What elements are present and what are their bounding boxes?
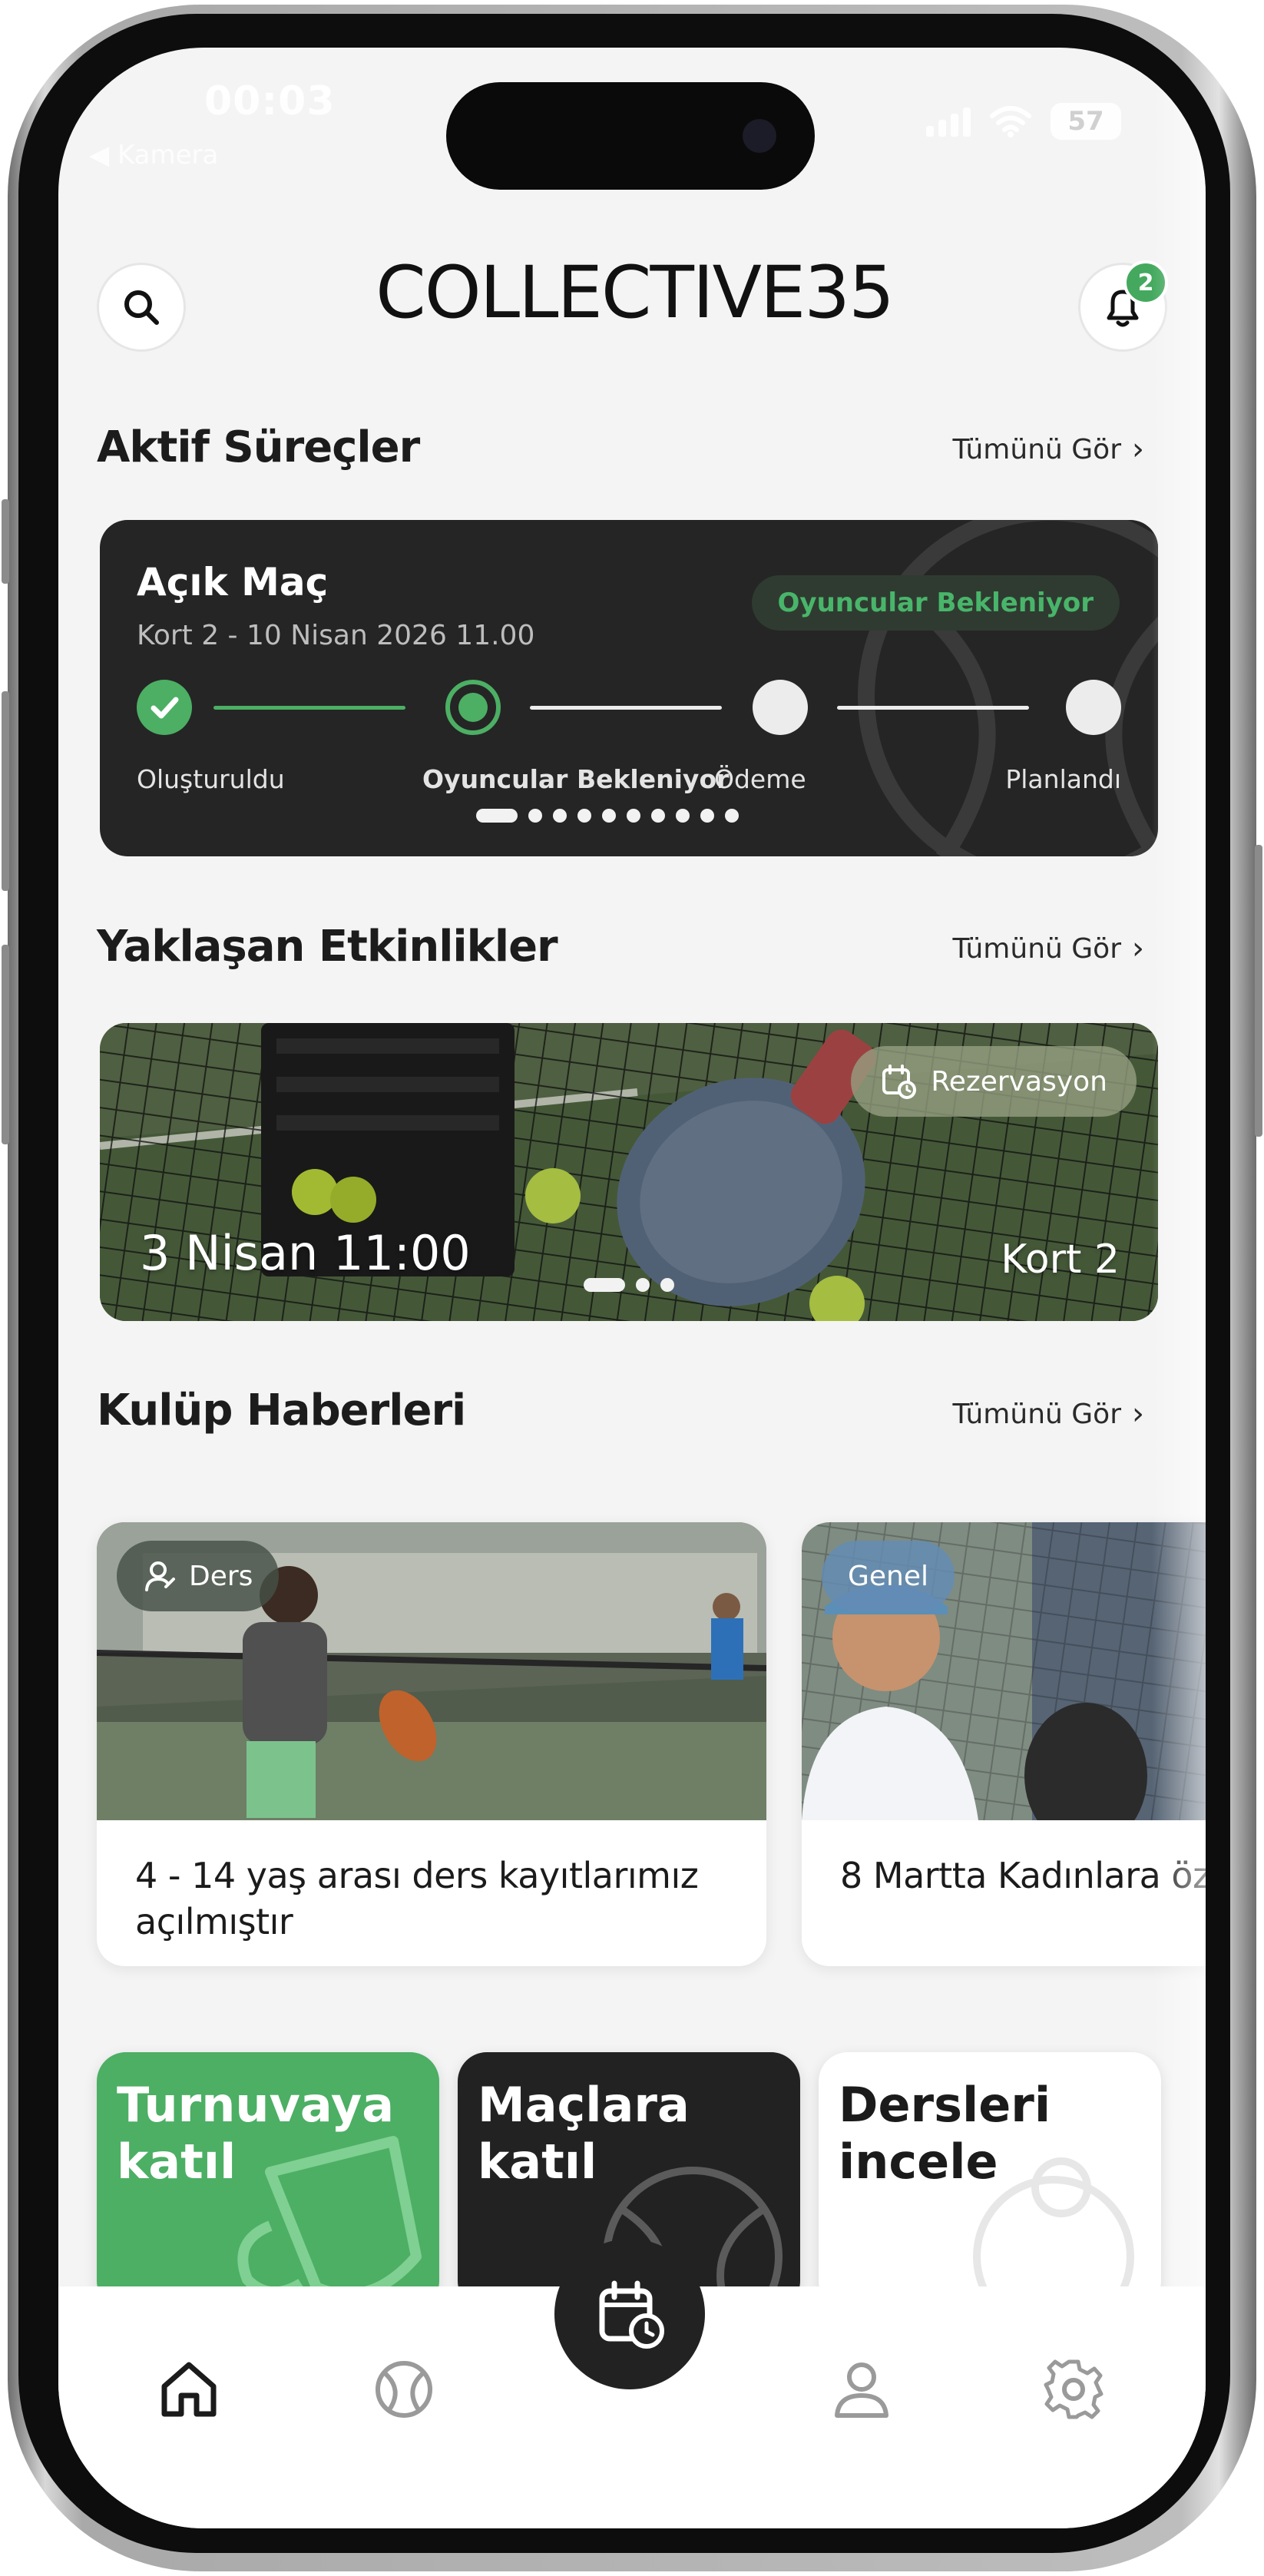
event-court: Kort 2 bbox=[1001, 1237, 1120, 1283]
section-title-news: Kulüp Haberleri bbox=[97, 1386, 466, 1435]
process-pager[interactable] bbox=[476, 809, 739, 823]
tile-label-line2: katıl bbox=[478, 2134, 597, 2190]
event-pager[interactable] bbox=[584, 1278, 674, 1292]
news-title: 4 - 14 yaş arası ders kayıtlarımız açılm… bbox=[135, 1855, 699, 1942]
status-time: 00:03 bbox=[204, 78, 336, 124]
news-title: 8 Martta Kadınlara öze bbox=[840, 1855, 1206, 1896]
ball-icon bbox=[376, 2361, 432, 2418]
power-button bbox=[1255, 845, 1262, 1137]
process-title: Açık Maç bbox=[137, 560, 329, 604]
status-icons: 57 bbox=[926, 103, 1121, 140]
step-1-done-icon bbox=[137, 680, 192, 735]
see-all-label: Tümünü Gör bbox=[952, 433, 1121, 465]
see-all-events-link[interactable]: Tümünü Gör › bbox=[952, 931, 1144, 966]
nav-settings[interactable] bbox=[1035, 2351, 1112, 2428]
step-connector-2 bbox=[530, 706, 722, 710]
chevron-right-icon: › bbox=[1132, 931, 1144, 966]
step-label-2: Oyuncular Bekleniyor bbox=[422, 764, 730, 794]
dynamic-island bbox=[446, 82, 815, 190]
notification-badge: 2 bbox=[1123, 260, 1168, 305]
section-title-active: Aktif Süreçler bbox=[97, 422, 420, 472]
join-tournament-tile[interactable]: Turnuvaya katıl bbox=[97, 2052, 439, 2310]
news-card[interactable]: Ders 4 - 14 yaş arası ders kayıtlarımız … bbox=[97, 1522, 766, 1966]
profile-icon bbox=[835, 2362, 888, 2418]
nav-matches[interactable] bbox=[366, 2351, 442, 2428]
volume-up-button bbox=[2, 691, 9, 891]
news-category-badge: Ders bbox=[117, 1541, 280, 1611]
news-category-label: Ders bbox=[189, 1560, 253, 1592]
view-lessons-tile[interactable]: Dersleri incele bbox=[819, 2052, 1161, 2310]
tile-label-line2: katıl bbox=[117, 2134, 237, 2190]
tile-label: Turnuvaya katıl bbox=[117, 2077, 394, 2190]
see-all-news-link[interactable]: Tümünü Gör › bbox=[952, 1396, 1144, 1432]
notifications-button[interactable]: 2 bbox=[1078, 260, 1168, 352]
step-label-1: Oluşturuldu bbox=[137, 764, 285, 794]
calendar-clock-icon bbox=[599, 2280, 664, 2349]
nav-home[interactable] bbox=[151, 2351, 227, 2428]
action-button bbox=[2, 499, 9, 584]
upcoming-event-card[interactable]: Rezervasyon 3 Nisan 11:00 Kort 2 bbox=[100, 1023, 1158, 1321]
event-type-label: Rezervasyon bbox=[931, 1065, 1107, 1098]
search-button[interactable] bbox=[97, 263, 186, 352]
tile-label: Dersleri incele bbox=[839, 2077, 1051, 2190]
calendar-clock-icon bbox=[882, 1065, 917, 1099]
step-label-4: Planlandı bbox=[1005, 764, 1121, 794]
home-icon bbox=[161, 2362, 217, 2417]
bottom-navigation bbox=[58, 2239, 1206, 2528]
section-title-events: Yaklaşan Etkinlikler bbox=[97, 922, 558, 972]
step-4-pending-icon bbox=[1066, 680, 1121, 735]
event-date: 3 Nisan 11:00 bbox=[140, 1225, 471, 1281]
step-label-3: Ödeme bbox=[714, 764, 806, 794]
app-logo: COLLECTIVE35 bbox=[366, 255, 903, 332]
tile-label-line1: Maçlara bbox=[478, 2077, 690, 2133]
battery-indicator: 57 bbox=[1051, 103, 1121, 140]
step-3-pending-icon bbox=[753, 680, 808, 735]
step-connector-3 bbox=[837, 706, 1029, 710]
battery-level: 57 bbox=[1067, 106, 1104, 137]
step-2-current-icon bbox=[445, 680, 501, 735]
see-all-active-link[interactable]: Tümünü Gör › bbox=[952, 432, 1144, 467]
tile-label-line1: Dersleri bbox=[839, 2077, 1051, 2133]
volume-down-button bbox=[2, 945, 9, 1144]
news-category-label: Genel bbox=[848, 1560, 929, 1592]
see-all-label: Tümünü Gör bbox=[952, 1398, 1121, 1430]
back-to-camera-link[interactable]: ◀ Kamera bbox=[89, 140, 218, 171]
tile-label-line2: incele bbox=[839, 2134, 998, 2190]
settings-icon bbox=[1044, 2359, 1104, 2419]
news-category-badge: Genel bbox=[822, 1541, 955, 1611]
tile-label: Maçlara katıl bbox=[478, 2077, 690, 2190]
wifi-icon bbox=[990, 106, 1031, 137]
step-connector-1 bbox=[213, 706, 405, 710]
process-status-badge: Oyuncular Bekleniyor bbox=[751, 575, 1120, 631]
tile-label-line1: Turnuvaya bbox=[117, 2077, 395, 2133]
logo-text: COLLECTIVE35 bbox=[376, 251, 895, 335]
chevron-right-icon: › bbox=[1132, 1396, 1144, 1432]
coach-icon bbox=[145, 1561, 175, 1591]
active-process-card[interactable]: Açık Maç Kort 2 - 10 Nisan 2026 11.00 Oy… bbox=[100, 520, 1158, 856]
news-card[interactable]: Genel 8 Martta Kadınlara öze bbox=[802, 1522, 1206, 1966]
nav-reservation-button[interactable] bbox=[554, 2239, 705, 2389]
signal-icon bbox=[926, 106, 971, 137]
app-screen: 00:03 ◀ Kamera 57 COLLECTIVE35 2 Aktif S… bbox=[58, 48, 1206, 2528]
search-icon bbox=[124, 290, 159, 325]
event-type-badge: Rezervasyon bbox=[851, 1046, 1137, 1117]
process-subtitle: Kort 2 - 10 Nisan 2026 11.00 bbox=[137, 620, 535, 651]
see-all-label: Tümünü Gör bbox=[952, 932, 1121, 965]
nav-profile[interactable] bbox=[823, 2351, 900, 2428]
camera-icon bbox=[743, 119, 776, 153]
chevron-right-icon: › bbox=[1132, 432, 1144, 467]
